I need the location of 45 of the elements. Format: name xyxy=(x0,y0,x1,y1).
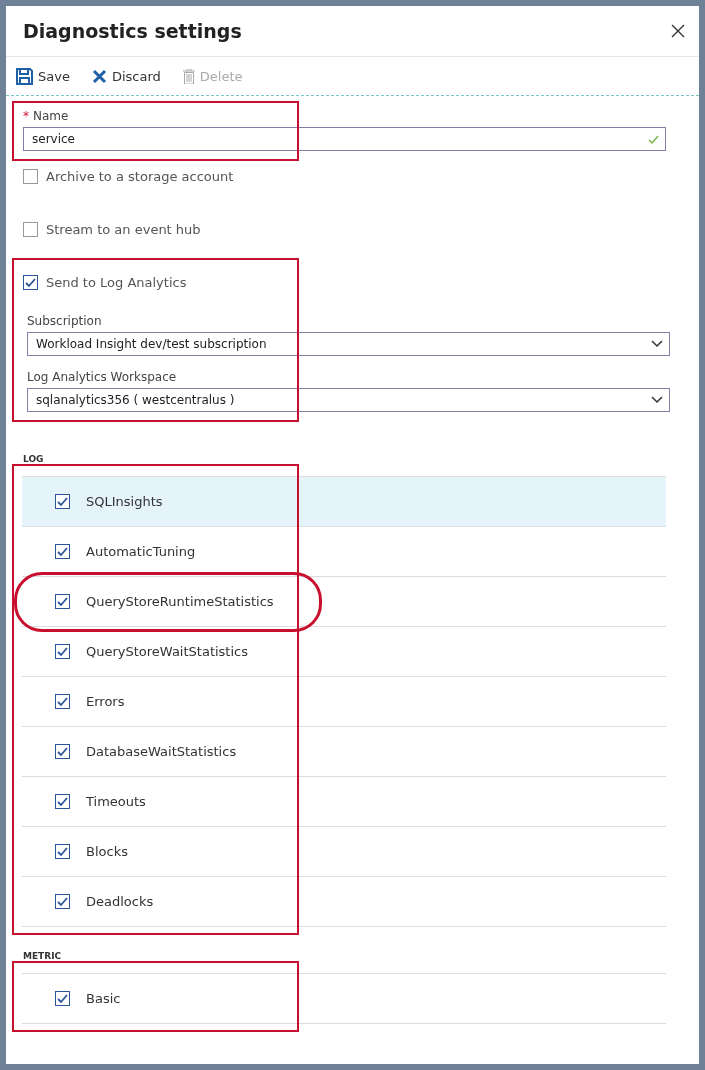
subscription-dropdown[interactable]: Workload Insight dev/test subscription xyxy=(27,332,670,356)
trash-icon xyxy=(182,68,195,84)
checkbox[interactable] xyxy=(55,844,70,859)
checkbox[interactable] xyxy=(55,494,70,509)
workspace-dropdown[interactable]: sqlanalytics356 ( westcentralus ) xyxy=(27,388,670,412)
close-button[interactable] xyxy=(669,22,687,40)
category-label: SQLInsights xyxy=(86,494,163,509)
category-label: Errors xyxy=(86,694,125,709)
checkbox[interactable] xyxy=(55,644,70,659)
category-label: Timeouts xyxy=(86,794,146,809)
checkbox[interactable] xyxy=(55,544,70,559)
section-heading: LOG xyxy=(22,454,45,464)
required-icon: * xyxy=(23,109,29,123)
category-label: QueryStoreWaitStatistics xyxy=(86,644,248,659)
category-label: Basic xyxy=(86,991,121,1006)
checkbox[interactable] xyxy=(23,169,38,184)
checkbox[interactable] xyxy=(23,275,38,290)
field-label: Log Analytics Workspace xyxy=(27,370,177,384)
checkbox[interactable] xyxy=(55,991,70,1006)
checkbox[interactable] xyxy=(55,694,70,709)
category-label: QueryStoreRuntimeStatistics xyxy=(86,594,274,609)
field-label: Name xyxy=(33,109,69,123)
close-icon xyxy=(91,68,107,84)
category-label: Deadlocks xyxy=(86,894,154,909)
chevron-down-icon xyxy=(651,396,663,404)
checkbox[interactable] xyxy=(23,222,38,237)
name-field[interactable]: service xyxy=(23,127,666,151)
field-label: Subscription xyxy=(27,314,102,328)
option-label: Archive to a storage account xyxy=(46,169,234,184)
save-icon xyxy=(16,67,33,85)
category-row[interactable]: SQLInsights xyxy=(22,476,666,526)
option-label: Stream to an event hub xyxy=(46,222,201,237)
category-label: Blocks xyxy=(86,844,128,859)
option-label: Send to Log Analytics xyxy=(46,275,187,290)
discard-button[interactable]: Discard xyxy=(91,68,161,84)
chevron-down-icon xyxy=(651,340,663,348)
checkbox[interactable] xyxy=(55,744,70,759)
checkbox[interactable] xyxy=(55,794,70,809)
section-heading: METRIC xyxy=(22,951,63,961)
save-button[interactable]: Save xyxy=(16,67,70,85)
category-label: DatabaseWaitStatistics xyxy=(86,744,237,759)
checkbox[interactable] xyxy=(55,594,70,609)
window-title: Diagnostics settings xyxy=(23,20,242,42)
category-label: AutomaticTuning xyxy=(86,544,196,559)
checkbox[interactable] xyxy=(55,894,70,909)
